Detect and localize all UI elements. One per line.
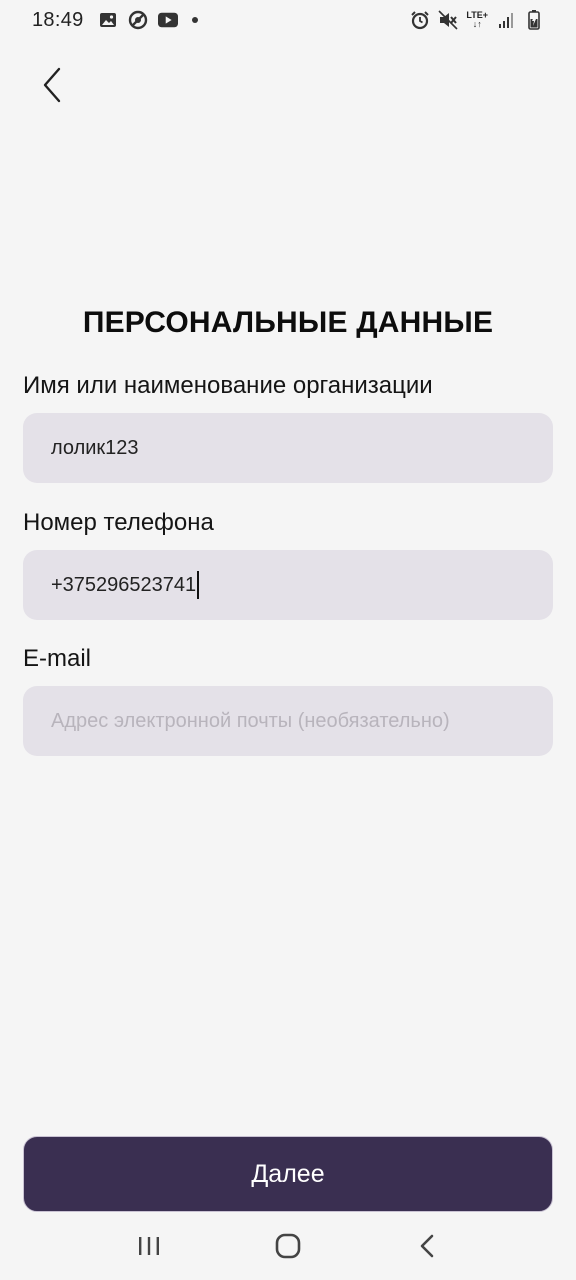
- recent-apps-button[interactable]: [129, 1226, 169, 1266]
- email-input[interactable]: Адрес электронной почты (необязательно): [23, 686, 553, 756]
- screen: 18:49 LTE+ ↓↑ ПЕРСОНАЛЬНЫЕ ДАННЫЕ Имя ил…: [0, 0, 576, 1280]
- blocked-icon: [128, 10, 148, 30]
- page-title: ПЕРСОНАЛЬНЫЕ ДАННЫЕ: [82, 306, 494, 339]
- email-label: E-mail: [23, 645, 92, 672]
- home-button[interactable]: [268, 1226, 308, 1266]
- mute-icon: [438, 10, 458, 30]
- home-icon: [275, 1233, 301, 1259]
- status-left: 18:49: [32, 9, 198, 32]
- phone-input[interactable]: +375296523741: [23, 550, 553, 620]
- signal-icon: [496, 10, 516, 30]
- chevron-left-icon: [43, 67, 61, 103]
- phone-input-value: +375296523741: [51, 573, 197, 596]
- youtube-icon: [157, 10, 178, 30]
- phone-label: Номер телефона: [23, 509, 214, 536]
- back-button[interactable]: [32, 62, 72, 108]
- recent-apps-icon: [139, 1237, 160, 1255]
- back-arrow-icon: [420, 1234, 433, 1258]
- next-button-label: Далее: [251, 1159, 325, 1188]
- notification-dot-icon: [191, 17, 198, 23]
- system-back-button[interactable]: [407, 1226, 447, 1266]
- status-time: 18:49: [32, 8, 84, 31]
- status-right: LTE+ ↓↑: [410, 10, 544, 30]
- system-nav-bar: [0, 1222, 576, 1270]
- next-button[interactable]: Далее: [23, 1136, 553, 1212]
- status-bar: 18:49 LTE+ ↓↑: [0, 0, 576, 40]
- data-arrows-icon: ↓↑: [472, 19, 482, 29]
- gallery-icon: [98, 10, 118, 30]
- battery-charging-icon: [524, 10, 544, 30]
- text-cursor: [197, 571, 200, 599]
- network-type: LTE+ ↓↑: [466, 11, 488, 29]
- name-label: Имя или наименование организации: [23, 372, 433, 399]
- name-input[interactable]: лолик123: [23, 413, 553, 483]
- alarm-icon: [410, 10, 430, 30]
- email-input-placeholder: Адрес электронной почты (необязательно): [51, 709, 450, 732]
- name-input-value: лолик123: [51, 436, 139, 459]
